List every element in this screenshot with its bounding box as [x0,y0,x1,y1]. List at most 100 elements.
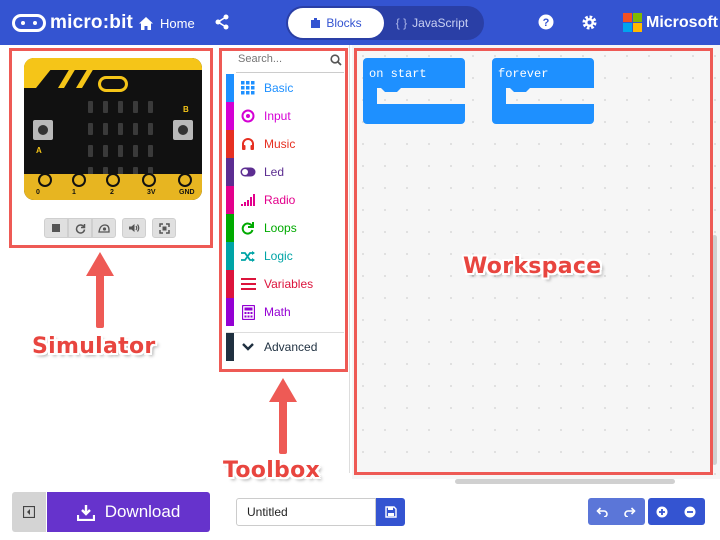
zoom-out-button[interactable] [676,498,704,525]
undo-button[interactable] [588,498,616,525]
button-b-label: B [183,105,189,114]
save-button[interactable] [376,498,405,526]
category-color-bar [226,186,234,214]
search-input[interactable] [236,52,330,66]
help-button[interactable]: ? [538,14,554,35]
home-icon [139,16,153,30]
toolbox-category-music[interactable]: Music [226,130,344,158]
mute-button[interactable] [122,218,146,238]
category-label: Logic [264,249,293,263]
block-label: on start [369,67,427,81]
microbit-board[interactable]: A B 0 1 2 3V GND [24,58,202,200]
zoom-in-button[interactable] [648,498,676,525]
toolbox-category-math[interactable]: Math [226,298,344,326]
led [88,101,93,113]
slow-motion-button[interactable] [92,218,116,238]
microsoft-squares-icon [623,13,642,32]
download-button[interactable]: Download [47,492,210,532]
block-label: forever [498,67,549,81]
restart-icon [75,223,85,234]
workspace-annotation-label: Workspace [463,254,602,279]
redo-icon [624,506,636,517]
toolbox-category-basic[interactable]: Basic [226,74,344,102]
led [103,145,108,157]
category-color-bar [226,158,234,186]
led [88,123,93,135]
gear-icon [582,15,597,30]
search-icon[interactable] [330,54,342,66]
microbit-logo[interactable]: micro:bit [12,12,133,33]
save-icon [384,506,397,518]
redo-button[interactable] [616,498,644,525]
led [88,145,93,157]
toggle-icon [240,164,256,180]
microbit-mark-icon [12,14,46,32]
project-name-input[interactable] [236,498,376,526]
pin-label: 3V [147,189,156,196]
category-color-bar [226,214,234,242]
category-label: Music [264,137,296,151]
microsoft-logo[interactable]: Microsoft [623,13,718,32]
puzzle-icon [311,18,321,28]
collapse-icon [23,506,35,518]
led [118,101,123,113]
category-color-bar [226,130,234,158]
pin-1[interactable] [72,173,86,187]
headphones-icon [240,136,256,152]
category-label: Input [264,109,291,123]
tab-blocks[interactable]: Blocks [288,8,384,38]
toolbox-category-radio[interactable]: Radio [226,186,344,214]
button-a-label: A [36,146,42,155]
workspace-horizontal-scrollbar[interactable] [455,479,675,484]
tab-javascript[interactable]: { } JavaScript [384,8,480,38]
toolbox-category-variables[interactable]: Variables [226,270,344,298]
toolbox-annotation-label: Toolbox [223,458,321,483]
stop-button[interactable] [44,218,68,238]
toolbox-category-led[interactable]: Led [226,158,344,186]
home-label: Home [160,15,195,31]
pin-0[interactable] [38,173,52,187]
collapse-simulator-button[interactable] [12,492,46,532]
settings-button[interactable] [581,14,598,36]
undo-redo-group [588,498,645,525]
pin-2[interactable] [106,173,120,187]
share-button[interactable] [214,14,230,35]
workspace-vertical-scrollbar[interactable] [712,235,717,465]
toolbox-category-loops[interactable]: Loops [226,214,344,242]
sound-icon [129,224,140,232]
category-color-bar [226,333,234,361]
shuffle-icon [240,248,256,264]
toolbox-search [236,50,344,73]
toolbox-category-input[interactable]: Input [226,102,344,130]
board-button-b[interactable] [173,120,193,140]
zoom-out-icon [684,506,696,517]
forever-block[interactable]: forever [492,58,594,124]
led [118,145,123,157]
board-button-a[interactable] [33,120,53,140]
category-color-bar [226,270,234,298]
on-start-block[interactable]: on start [363,58,465,124]
led [118,123,123,135]
toolbox-category-advanced[interactable]: Advanced [226,332,344,361]
led [133,145,138,157]
restart-button[interactable] [68,218,92,238]
fullscreen-button[interactable] [152,218,176,238]
share-icon [215,14,229,30]
led [148,123,153,135]
braces-icon: { } [395,16,408,30]
category-color-bar [226,74,234,102]
pin-gnd[interactable] [178,173,192,187]
board-logo-icon [98,76,128,92]
home-button[interactable]: Home [138,12,195,34]
led [133,101,138,113]
signal-bars-icon [240,192,256,208]
calculator-icon [240,304,256,320]
category-label: Advanced [264,340,318,354]
toolbox-category-logic[interactable]: Logic [226,242,344,270]
tab-blocks-label: Blocks [326,16,362,30]
category-label: Loops [264,221,297,235]
category-label: Radio [264,193,296,207]
fullscreen-icon [158,222,170,234]
pin-3v[interactable] [142,173,156,187]
zoom-in-icon [656,506,668,517]
